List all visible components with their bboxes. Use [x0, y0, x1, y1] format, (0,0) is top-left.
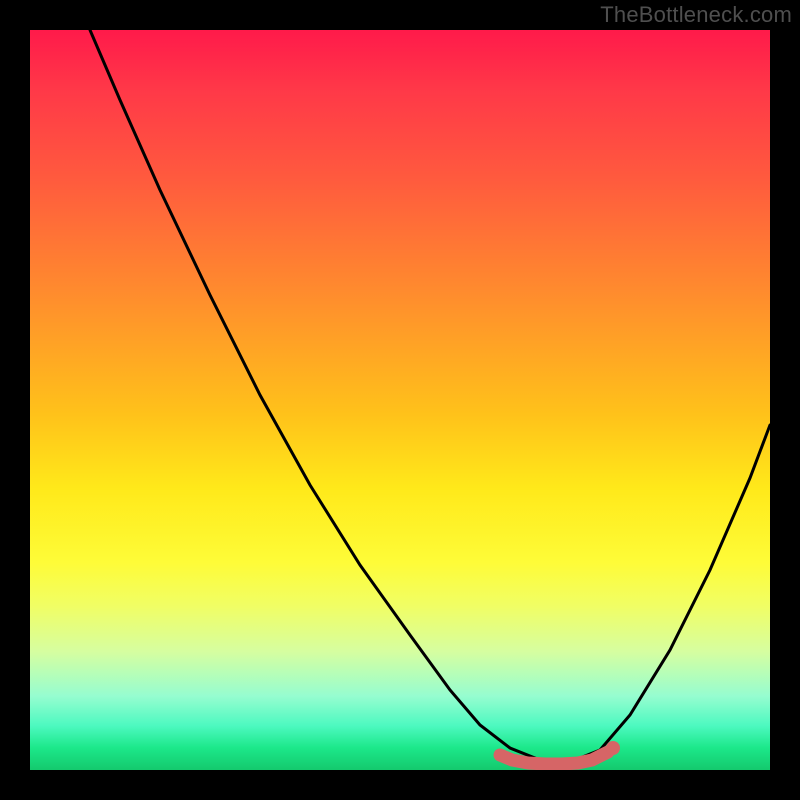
optimal-range-marker — [30, 30, 770, 770]
watermark-text: TheBottleneck.com — [600, 2, 792, 28]
plot-area — [30, 30, 770, 770]
chart-container: TheBottleneck.com — [0, 0, 800, 800]
